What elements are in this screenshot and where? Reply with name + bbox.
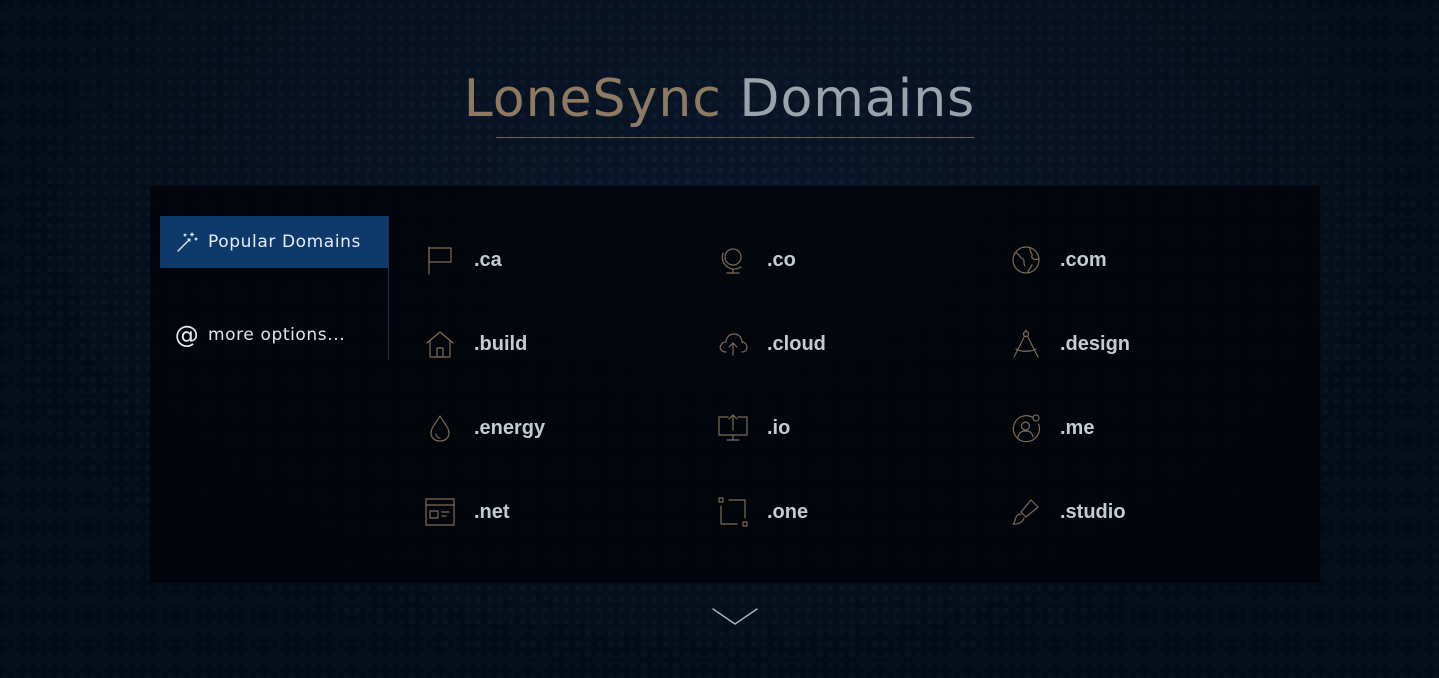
browser-window-icon bbox=[423, 495, 457, 529]
cloud-upload-icon bbox=[716, 327, 750, 361]
globe-stand-icon bbox=[716, 243, 750, 277]
tab-label: Popular Domains bbox=[208, 232, 361, 252]
domain-item-one[interactable]: .one bbox=[716, 492, 956, 532]
domain-label: .net bbox=[474, 500, 510, 523]
user-circle-icon bbox=[1009, 411, 1043, 445]
domain-label: .me bbox=[1060, 416, 1095, 439]
domain-item-studio[interactable]: .studio bbox=[1009, 492, 1249, 532]
title-brand: LoneSync bbox=[463, 69, 722, 129]
domain-label: .build bbox=[474, 332, 528, 355]
chevron-down-icon[interactable] bbox=[711, 606, 759, 628]
domain-label: .one bbox=[767, 500, 809, 523]
domain-item-net[interactable]: .net bbox=[423, 492, 663, 532]
paint-brush-icon bbox=[1009, 495, 1043, 529]
water-drop-icon bbox=[423, 411, 457, 445]
domain-item-com[interactable]: .com bbox=[1009, 240, 1249, 280]
flag-icon bbox=[423, 243, 457, 277]
earth-icon bbox=[1009, 243, 1043, 277]
domain-label: .energy bbox=[474, 416, 546, 439]
tab-more-options[interactable]: @ more options... bbox=[160, 309, 388, 361]
page-title: LoneSync Domains bbox=[0, 66, 1439, 132]
monitor-upload-icon bbox=[716, 411, 750, 445]
crop-frame-icon bbox=[716, 495, 750, 529]
domain-label: .design bbox=[1060, 332, 1131, 355]
house-icon bbox=[423, 327, 457, 361]
domain-label: .io bbox=[767, 416, 791, 439]
domain-item-design[interactable]: .design bbox=[1009, 324, 1249, 364]
domain-item-io[interactable]: .io bbox=[716, 408, 956, 448]
domain-label: .ca bbox=[474, 248, 502, 271]
domain-item-me[interactable]: .me bbox=[1009, 408, 1249, 448]
domain-item-build[interactable]: .build bbox=[423, 324, 663, 364]
domain-item-energy[interactable]: .energy bbox=[423, 408, 663, 448]
domain-item-co[interactable]: .co bbox=[716, 240, 956, 280]
domains-panel: Popular Domains @ more options... .ca .c… bbox=[150, 186, 1320, 583]
title-word: Domains bbox=[739, 69, 976, 129]
domain-label: .com bbox=[1060, 248, 1107, 271]
sidebar: Popular Domains @ more options... bbox=[160, 216, 389, 360]
domain-label: .cloud bbox=[767, 332, 826, 355]
domain-item-ca[interactable]: .ca bbox=[423, 240, 663, 280]
domain-label: .studio bbox=[1060, 500, 1126, 523]
compass-drawing-icon bbox=[1009, 327, 1043, 361]
domain-item-cloud[interactable]: .cloud bbox=[716, 324, 956, 364]
domain-label: .co bbox=[767, 248, 796, 271]
magic-wand-icon bbox=[175, 230, 199, 254]
tab-label: more options... bbox=[208, 325, 346, 345]
tab-popular-domains[interactable]: Popular Domains bbox=[160, 216, 388, 268]
title-underline bbox=[496, 137, 974, 138]
at-sign-icon: @ bbox=[174, 321, 200, 349]
